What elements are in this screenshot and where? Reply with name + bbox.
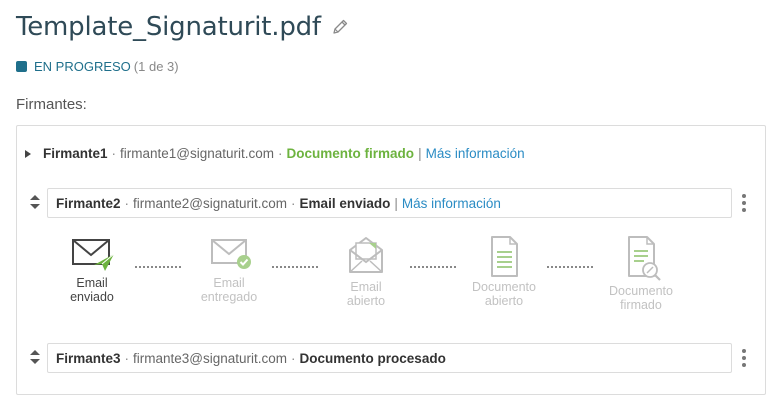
timeline-label: abierto — [484, 294, 524, 308]
timeline-step-email-sent: Email enviado — [47, 234, 137, 304]
signer-name: Firmante3 — [56, 350, 121, 366]
timeline-label: abierto — [346, 294, 386, 308]
signer-card-3[interactable]: Firmante3 · firmante3@signaturit.com · D… — [47, 343, 732, 373]
more-info-link[interactable]: Más información — [426, 146, 525, 161]
signer-email: firmante2@signaturit.com — [133, 195, 288, 211]
signer-status: Documento procesado — [299, 350, 446, 366]
separator: · — [124, 350, 130, 366]
timeline-connector — [272, 266, 318, 268]
timeline-label: Email — [213, 276, 245, 290]
signer-status: Documento firmado — [286, 146, 415, 161]
signer-progress-timeline: Email enviado Email entregado Email abie… — [17, 234, 765, 324]
email-sent-icon — [72, 239, 115, 271]
pipe-separator: | — [394, 195, 398, 211]
more-info-link[interactable]: Más información — [402, 196, 501, 211]
separator: · — [291, 350, 296, 366]
timeline-label: Documento — [472, 280, 536, 294]
timeline-label: Documento — [609, 284, 673, 298]
timeline-connector — [135, 266, 181, 268]
timeline-label: entregado — [200, 290, 258, 304]
document-header: Template_Signaturit.pdf — [16, 12, 349, 42]
signer-status: Email enviado — [299, 195, 391, 211]
status-count: (1 de 3) — [133, 59, 179, 74]
timeline-label: Email — [350, 280, 382, 294]
signer-email: firmante3@signaturit.com — [133, 350, 288, 366]
timeline-label: Email — [76, 276, 108, 290]
reorder-handle-icon[interactable] — [29, 348, 41, 366]
reorder-handle-icon[interactable] — [29, 193, 41, 211]
signer-card-2[interactable]: Firmante2 · firmante2@signaturit.com · E… — [47, 188, 732, 218]
separator: · — [124, 195, 130, 211]
timeline-step-document-signed: Documento firmado — [596, 234, 686, 312]
timeline-label: enviado — [70, 290, 114, 304]
separator: · — [291, 195, 296, 211]
signer-row-1[interactable]: Firmante1 · firmante1@signaturit.com · D… — [25, 146, 525, 161]
timeline-connector — [410, 266, 456, 268]
document-opened-icon — [491, 236, 518, 277]
timeline-step-document-opened: Documento abierto — [459, 234, 549, 308]
timeline-connector — [547, 266, 593, 268]
status-label: EN PROGRESO — [34, 59, 131, 74]
more-options-icon[interactable] — [741, 348, 747, 368]
timeline-step-email-delivered: Email entregado — [184, 234, 274, 304]
email-opened-icon — [349, 237, 383, 273]
timeline-step-email-opened: Email abierto — [321, 234, 411, 308]
timeline-label: firmado — [620, 298, 662, 312]
caret-right-icon[interactable] — [25, 149, 31, 158]
more-options-icon[interactable] — [741, 193, 747, 213]
email-delivered-icon — [211, 239, 251, 269]
signers-heading: Firmantes: — [16, 96, 87, 113]
document-signed-icon — [628, 236, 661, 281]
status-square-icon — [16, 61, 27, 72]
document-title: Template_Signaturit.pdf — [16, 12, 321, 42]
signers-panel: Firmante1 · firmante1@signaturit.com · D… — [16, 125, 766, 395]
signer-name: Firmante1 — [43, 146, 108, 161]
pipe-separator: | — [418, 146, 422, 161]
pencil-icon[interactable] — [331, 18, 349, 36]
separator: · — [111, 146, 117, 161]
signer-name: Firmante2 — [56, 195, 121, 211]
signer-email: firmante1@signaturit.com — [120, 146, 275, 161]
status-badge: EN PROGRESO (1 de 3) — [16, 59, 179, 74]
separator: · — [278, 146, 283, 161]
